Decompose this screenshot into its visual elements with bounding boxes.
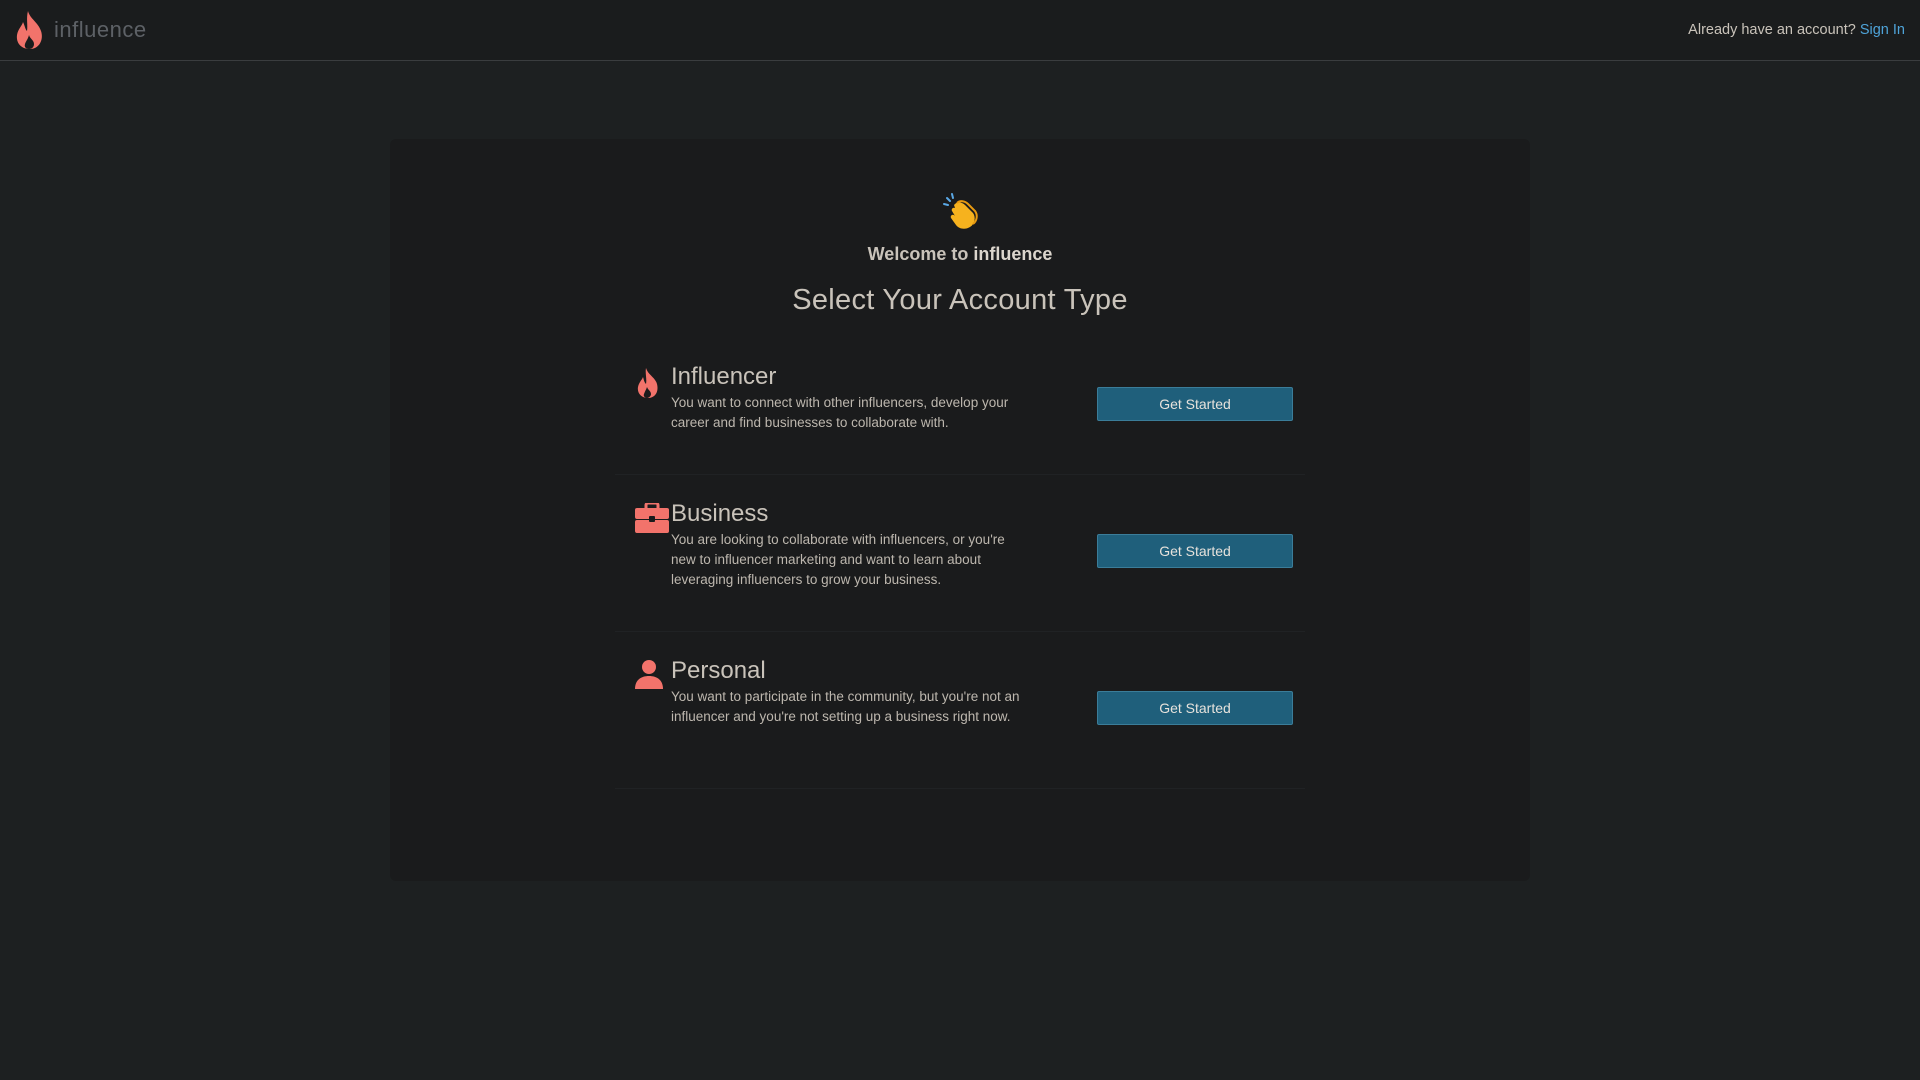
account-option-business: Business You are looking to collaborate … [615, 475, 1305, 632]
hero: Welcome to influence Select Your Account… [390, 191, 1530, 317]
flame-icon [615, 363, 671, 404]
sign-in-link[interactable]: Sign In [1860, 22, 1905, 38]
account-option-title: Influencer [671, 363, 777, 390]
account-type-list: Influencer You want to connect with othe… [615, 352, 1305, 789]
briefcase-icon [615, 500, 671, 538]
account-option-action: Get Started [1097, 387, 1293, 421]
account-option-action: Get Started [1097, 534, 1293, 568]
account-option-description: You want to connect with other influence… [671, 395, 1009, 430]
welcome-prefix: Welcome to [867, 244, 969, 264]
top-navigation-bar: influence Already have an account? Sign … [0, 0, 1920, 61]
brand-name: influence [54, 17, 147, 42]
brand[interactable]: influence [14, 10, 147, 50]
welcome-heading: Welcome to influence [390, 244, 1530, 265]
account-option-action: Get Started [1097, 691, 1293, 725]
page-title: Select Your Account Type [792, 284, 1128, 316]
get-started-personal-button[interactable]: Get Started [1097, 691, 1293, 725]
account-option-title: Personal [671, 657, 766, 684]
get-started-influencer-button[interactable]: Get Started [1097, 387, 1293, 421]
auth-prompt-text: Already have an account? [1688, 22, 1856, 38]
account-option-title: Business [671, 500, 769, 527]
account-option-influencer: Influencer You want to connect with othe… [615, 352, 1305, 475]
flame-logo-icon [14, 10, 46, 50]
account-option-description: You want to participate in the community… [671, 689, 1020, 724]
account-type-panel: Welcome to influence Select Your Account… [390, 139, 1530, 881]
welcome-brand: influence [973, 244, 1053, 264]
account-option-body: Influencer You want to connect with othe… [671, 363, 1026, 433]
account-option-body: Business You are looking to collaborate … [671, 500, 1026, 590]
get-started-business-button[interactable]: Get Started [1097, 534, 1293, 568]
clapping-hands-icon [940, 191, 980, 231]
account-option-personal: Personal You want to participate in the … [615, 632, 1305, 789]
person-icon [615, 657, 671, 694]
account-option-description: You are looking to collaborate with infl… [671, 532, 1005, 587]
auth-prompt: Already have an account? Sign In [1688, 22, 1905, 38]
account-option-body: Personal You want to participate in the … [671, 657, 1026, 727]
